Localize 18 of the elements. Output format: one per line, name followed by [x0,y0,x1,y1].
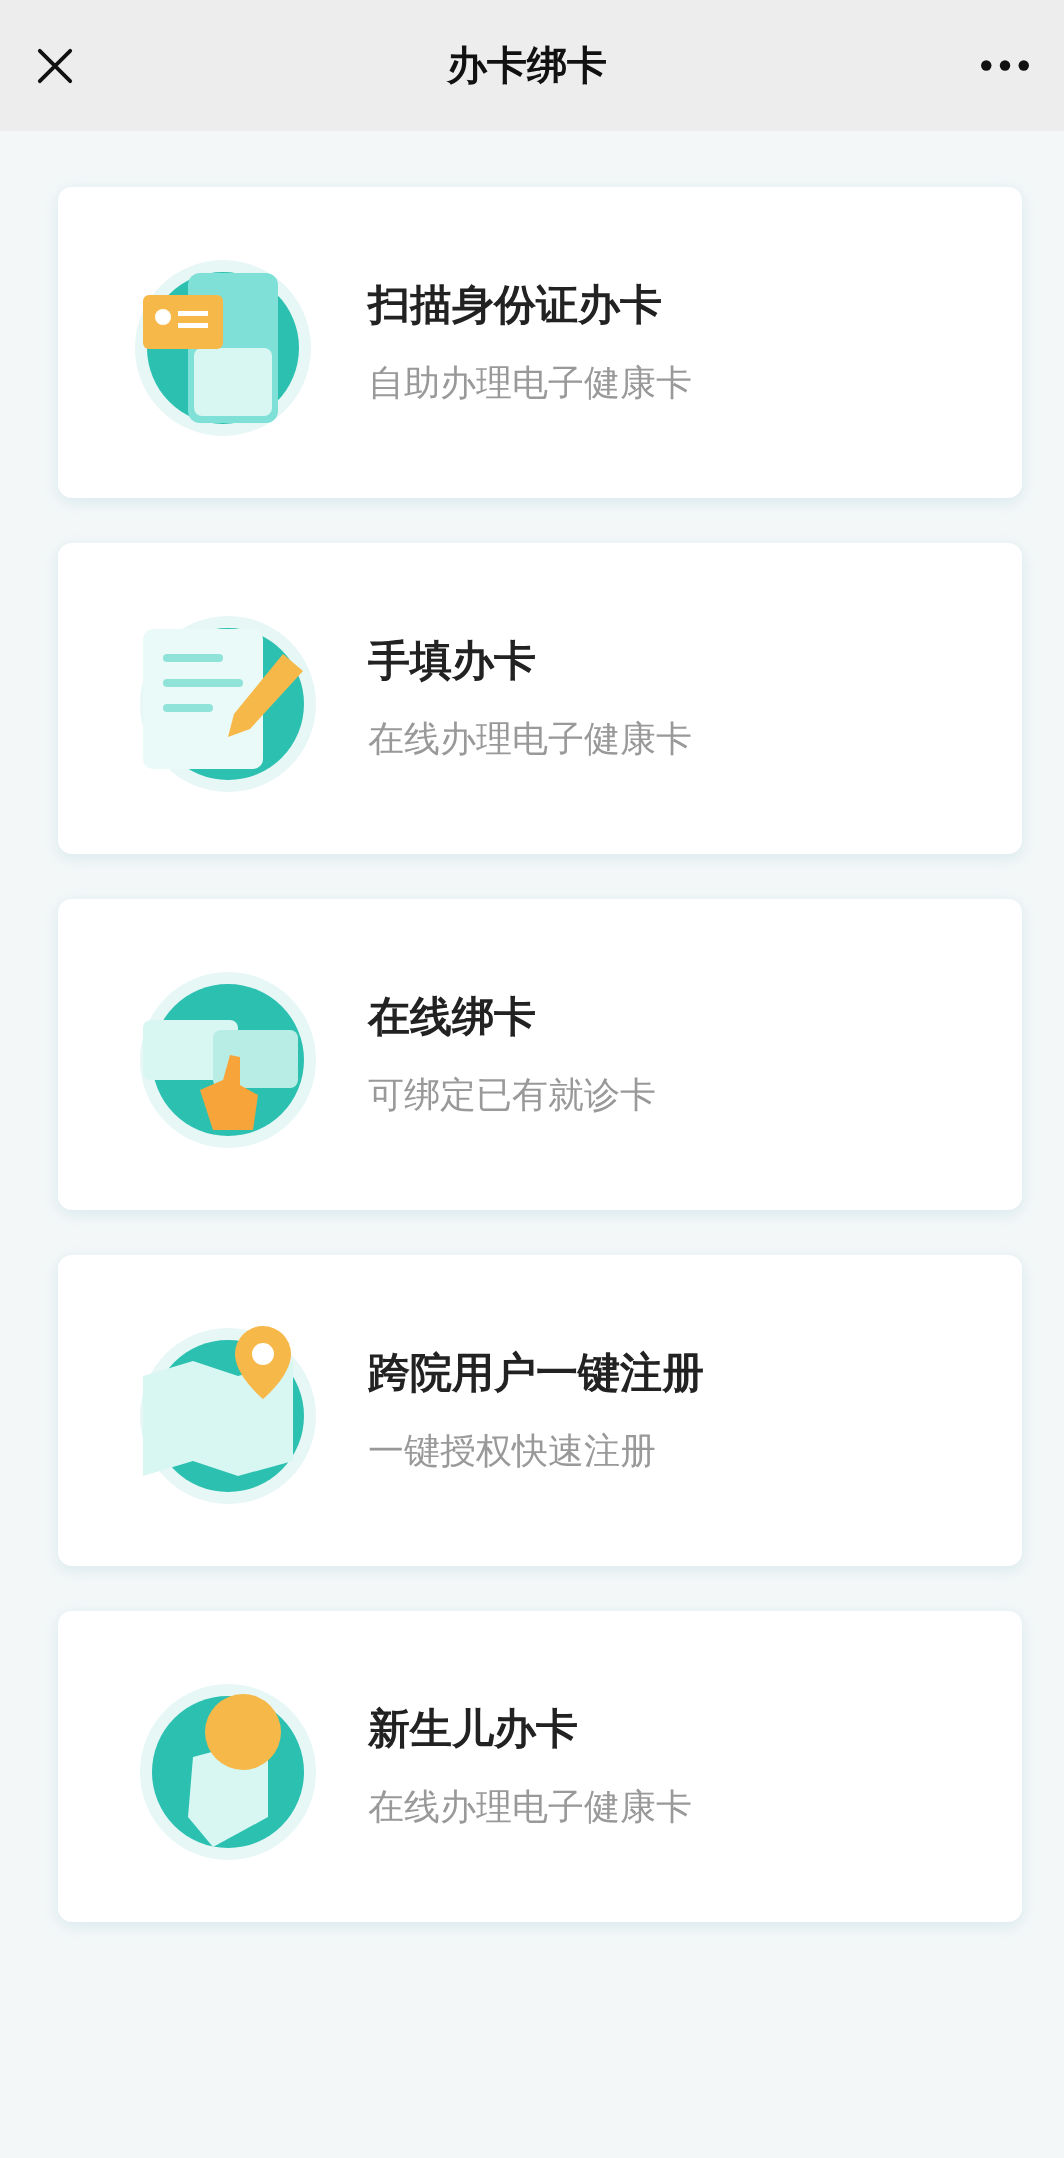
option-title: 扫描身份证办卡 [368,279,663,331]
option-card[interactable]: 跨院用户一键注册 一键授权快速注册 [58,1255,1022,1566]
option-subtitle: 自助办理电子健康卡 [368,361,692,405]
option-title: 在线绑卡 [368,991,537,1043]
option-subtitle: 一键授权快速注册 [368,1429,657,1473]
option-subtitle: 在线办理电子健康卡 [368,717,692,761]
option-card[interactable]: 新生儿办卡 在线办理电子健康卡 [58,1611,1022,1922]
close-icon[interactable] [36,46,74,85]
option-subtitle: 在线办理电子健康卡 [368,1785,692,1829]
option-title: 跨院用户一键注册 [368,1347,704,1399]
option-title: 手填办卡 [368,635,537,687]
option-subtitle: 可绑定已有就诊卡 [368,1073,656,1117]
more-icon[interactable] [980,59,1030,72]
page-title: 办卡绑卡 [447,41,607,90]
option-card[interactable]: 手填办卡 在线办理电子健康卡 [58,543,1022,854]
option-card[interactable]: 在线绑卡 可绑定已有就诊卡 [58,899,1022,1210]
option-title: 新生儿办卡 [368,1703,579,1755]
option-card[interactable]: 扫描身份证办卡 自助办理电子健康卡 [58,187,1022,498]
